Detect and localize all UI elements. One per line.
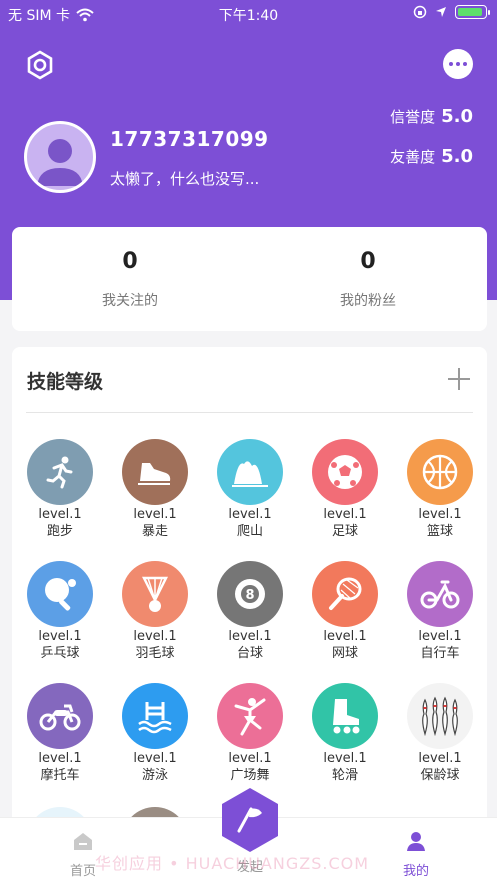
- divider: [26, 412, 473, 413]
- user-icon: [407, 832, 425, 851]
- skill-level: level.1: [38, 751, 82, 766]
- fans-stat[interactable]: 0 我的粉丝: [268, 249, 468, 310]
- skill-name: 跑步: [46, 524, 73, 539]
- sneaker-icon: [122, 439, 188, 505]
- running-icon: [27, 439, 93, 505]
- skill-level: level.1: [133, 629, 177, 644]
- skill-item[interactable]: level.1 爬山: [210, 439, 290, 541]
- settings-icon[interactable]: [24, 49, 56, 81]
- skill-item[interactable]: 8 level.1 台球: [210, 561, 290, 663]
- skill-name: 游泳: [141, 768, 168, 783]
- message-dot: [449, 62, 453, 66]
- rotation-lock-icon: [413, 5, 427, 19]
- skill-name: 广场舞: [230, 768, 270, 783]
- skill-name: 网球: [331, 646, 358, 661]
- skills-card: 技能等级 level.1 跑步 level.1 暴走 level.1 爬山 level.1 足…: [12, 347, 487, 873]
- skill-item[interactable]: level.1 足球: [305, 439, 385, 541]
- pingpong-icon: [27, 561, 93, 627]
- mountain-icon: [217, 439, 283, 505]
- tennis-icon: [312, 561, 378, 627]
- skill-name: 乒乓球: [40, 646, 80, 661]
- badminton-icon: [122, 561, 188, 627]
- skill-level: level.1: [418, 629, 462, 644]
- skill-level: level.1: [38, 629, 82, 644]
- skill-item[interactable]: level.1 游泳: [115, 683, 195, 785]
- motorcycle-icon: [27, 683, 93, 749]
- tab-mine-label: 我的: [402, 864, 429, 879]
- soccer-icon: [312, 439, 378, 505]
- skill-name: 暴走: [141, 524, 168, 539]
- friendly-label: 友善度: [390, 148, 436, 166]
- skills-title: 技能等级: [27, 371, 104, 393]
- skill-level: level.1: [133, 507, 177, 522]
- fans-label: 我的粉丝: [340, 293, 396, 309]
- credit-value: 5.0: [441, 106, 473, 127]
- skill-name: 篮球: [426, 524, 453, 539]
- skill-name: 轮滑: [331, 768, 358, 783]
- skill-level: level.1: [228, 751, 272, 766]
- avatar[interactable]: [24, 121, 96, 193]
- skill-item[interactable]: level.1 自行车: [400, 561, 480, 663]
- follow-card: 0 我关注的 0 我的粉丝: [12, 227, 487, 331]
- following-label: 我关注的: [102, 293, 158, 309]
- skill-item[interactable]: level.1 羽毛球: [115, 561, 195, 663]
- skill-name: 摩托车: [40, 768, 80, 783]
- basketball-icon: [407, 439, 473, 505]
- home-icon: [74, 833, 92, 850]
- skill-level: level.1: [323, 629, 367, 644]
- skill-item[interactable]: level.1 轮滑: [305, 683, 385, 785]
- bike-icon: [407, 561, 473, 627]
- skill-item[interactable]: level.1 跑步: [20, 439, 100, 541]
- message-dot: [463, 62, 467, 66]
- skill-level: level.1: [228, 629, 272, 644]
- skill-name: 自行车: [420, 646, 460, 661]
- skill-item[interactable]: level.1 摩托车: [20, 683, 100, 785]
- skill-name: 足球: [331, 524, 358, 539]
- skill-level: level.1: [418, 507, 462, 522]
- skill-item[interactable]: level.1 篮球: [400, 439, 480, 541]
- fans-count: 0: [360, 249, 376, 274]
- billiards-icon: 8: [217, 561, 283, 627]
- friendly-score: 友善度 5.0: [390, 146, 473, 167]
- user-bio: 太懒了，什么也没写...: [110, 170, 260, 188]
- skill-name: 保龄球: [420, 768, 460, 783]
- friendly-value: 5.0: [441, 146, 473, 167]
- message-dot: [456, 62, 460, 66]
- skill-level: level.1: [133, 751, 177, 766]
- username: 17737317099: [110, 127, 269, 151]
- skill-level: level.1: [323, 751, 367, 766]
- skill-item[interactable]: level.1 网球: [305, 561, 385, 663]
- swimming-icon: [122, 683, 188, 749]
- location-icon: [436, 7, 446, 17]
- add-skill-icon[interactable]: [445, 365, 473, 393]
- skill-item[interactable]: level.1 广场舞: [210, 683, 290, 785]
- dance-icon: [217, 683, 283, 749]
- skill-level: level.1: [418, 751, 462, 766]
- status-bar: 无 SIM 卡 下午1:40: [0, 0, 497, 28]
- skill-item[interactable]: level.1 乒乓球: [20, 561, 100, 663]
- watermark: 华创应用 • HUACHUANGZS.COM: [95, 854, 370, 873]
- battery-icon: [455, 5, 490, 19]
- skill-level: level.1: [228, 507, 272, 522]
- following-stat[interactable]: 0 我关注的: [30, 249, 230, 310]
- skill-level: level.1: [38, 507, 82, 522]
- skill-name: 爬山: [236, 524, 263, 539]
- message-button[interactable]: [443, 49, 473, 79]
- tab-mine[interactable]: 我的: [376, 830, 456, 879]
- credit-label: 信誉度: [390, 108, 436, 126]
- skill-item[interactable]: level.1 暴走: [115, 439, 195, 541]
- skill-level: level.1: [323, 507, 367, 522]
- skill-name: 台球: [236, 646, 263, 661]
- following-count: 0: [122, 249, 138, 274]
- skill-name: 羽毛球: [135, 646, 175, 661]
- credit-score: 信誉度 5.0: [390, 106, 473, 127]
- launch-button[interactable]: [217, 787, 283, 853]
- bowling-icon: [407, 683, 473, 749]
- user-avatar-icon: [37, 139, 83, 186]
- rollerskate-icon: [312, 683, 378, 749]
- svg-text:8: 8: [245, 588, 254, 603]
- skill-item[interactable]: level.1 保龄球: [400, 683, 480, 785]
